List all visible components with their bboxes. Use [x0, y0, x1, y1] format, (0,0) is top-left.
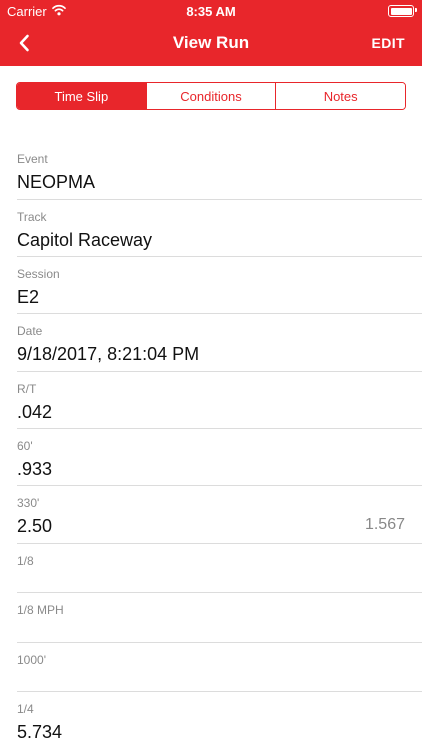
field-330ft: 330' 2.50 1.567	[17, 486, 422, 544]
field-label: 1/8	[17, 554, 34, 568]
field-date: Date 9/18/2017, 8:21:04 PM	[17, 314, 422, 372]
tab-time-slip[interactable]: Time Slip	[17, 83, 146, 109]
field-60ft: 60' .933	[17, 429, 422, 486]
field-reaction-time: R/T .042	[17, 372, 422, 429]
field-label: 1/8 MPH	[17, 603, 64, 617]
field-eighth-mph: 1/8 MPH	[17, 593, 422, 643]
field-track: Track Capitol Raceway	[17, 200, 422, 257]
field-value: 2.50	[17, 516, 53, 536]
field-eighth: 1/8	[17, 544, 422, 593]
field-value: NEOPMA	[17, 172, 96, 192]
field-label: R/T	[17, 382, 37, 396]
segmented-control: Time Slip Conditions Notes	[16, 82, 406, 110]
field-quarter: 1/4 5.734	[17, 692, 422, 750]
time-slip-fields: Event NEOPMA Track Capitol Raceway Sessi…	[0, 142, 422, 750]
field-label: 1000'	[17, 653, 46, 667]
field-session: Session E2	[17, 257, 422, 314]
field-1000ft: 1000'	[17, 643, 422, 692]
edit-button[interactable]: EDIT	[372, 35, 406, 51]
tab-conditions[interactable]: Conditions	[145, 83, 276, 109]
page-title: View Run	[172, 33, 250, 52]
field-label: Date	[17, 324, 43, 338]
field-value: .042	[17, 402, 53, 422]
field-value: 5.734	[17, 722, 63, 742]
field-label: 1/4	[17, 702, 34, 716]
battery-icon	[388, 5, 414, 17]
field-label: Track	[17, 210, 47, 224]
field-value: 9/18/2017, 8:21:04 PM	[17, 344, 200, 364]
field-label: Session	[17, 267, 60, 281]
clock: 8:35 AM	[186, 4, 236, 19]
field-value: E2	[17, 287, 40, 307]
status-bar: Carrier 8:35 AM	[0, 0, 422, 24]
tab-notes[interactable]: Notes	[275, 83, 405, 109]
field-label: Event	[17, 152, 48, 166]
battery-tip	[415, 8, 417, 12]
field-event: Event NEOPMA	[17, 142, 422, 200]
field-secondary-value: 1.567	[364, 516, 405, 533]
nav-bar: Carrier 8:35 AM View Run EDIT	[0, 0, 422, 66]
field-value: .933	[17, 459, 53, 479]
field-value: Capitol Raceway	[17, 230, 153, 250]
field-label: 60'	[17, 439, 33, 453]
field-label: 330'	[17, 496, 40, 510]
